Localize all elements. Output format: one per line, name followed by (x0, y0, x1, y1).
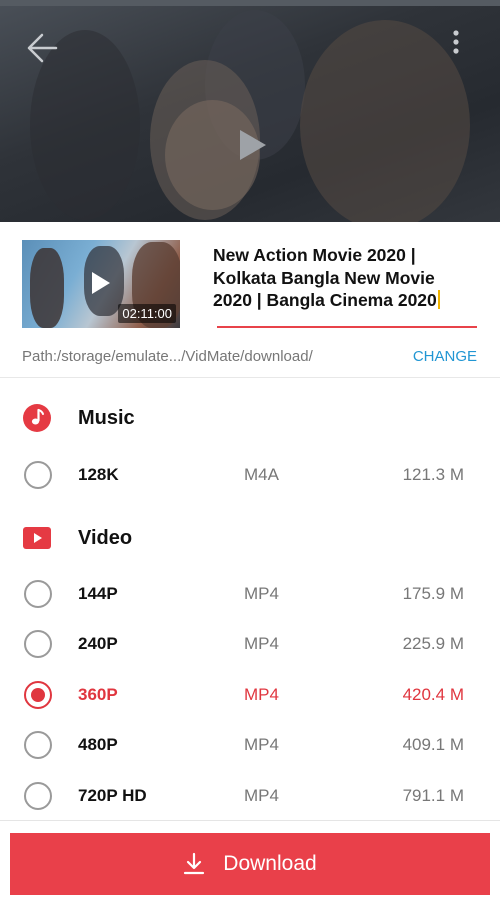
video-section-label: Video (78, 526, 133, 549)
video-option-360p[interactable]: 360P MP4 420.4 M (0, 675, 500, 715)
option-size: 175.9 M (402, 584, 464, 603)
play-icon (92, 272, 110, 294)
option-format: MP4 (244, 634, 279, 653)
poster-figure (300, 20, 470, 222)
download-icon (184, 852, 205, 875)
option-format: MP4 (244, 584, 279, 603)
download-label: Download (223, 852, 317, 875)
divider (0, 377, 500, 378)
video-title-input[interactable]: New Action Movie 2020 | Kolkata Bangla N… (213, 244, 478, 312)
option-quality: 360P (78, 685, 118, 704)
radio-button[interactable] (24, 731, 52, 759)
radio-button[interactable] (24, 580, 52, 608)
option-size: 225.9 M (402, 634, 464, 653)
option-size: 409.1 M (402, 735, 464, 754)
radio-button[interactable] (24, 461, 52, 489)
divider (0, 820, 500, 821)
video-duration: 02:11:00 (118, 304, 176, 323)
music-section-label: Music (78, 406, 135, 429)
option-size: 420.4 M (402, 685, 464, 704)
option-quality: 128K (78, 465, 119, 484)
video-title-text: New Action Movie 2020 | Kolkata Bangla N… (213, 245, 437, 310)
video-play-icon (23, 527, 51, 549)
thumbnail-figure (30, 248, 64, 328)
back-arrow-icon[interactable] (24, 30, 60, 66)
play-icon[interactable] (238, 128, 268, 162)
option-quality: 480P (78, 735, 118, 754)
option-format: MP4 (244, 786, 279, 805)
radio-button[interactable] (24, 630, 52, 658)
download-button[interactable]: Download (10, 833, 490, 895)
option-size: 121.3 M (402, 465, 464, 484)
video-option-720p-hd[interactable]: 720P HD MP4 791.1 M (0, 776, 500, 816)
option-size: 791.1 M (402, 786, 464, 805)
video-option-240p[interactable]: 240P MP4 225.9 M (0, 624, 500, 664)
video-option-480p[interactable]: 480P MP4 409.1 M (0, 725, 500, 765)
video-thumbnail[interactable]: 02:11:00 (22, 240, 180, 328)
option-quality: 240P (78, 634, 118, 653)
music-option-128k[interactable]: 128K M4A 121.3 M (0, 455, 500, 495)
radio-button-selected[interactable] (24, 681, 52, 709)
status-strip (0, 0, 500, 6)
music-note-icon (23, 404, 51, 432)
option-quality: 144P (78, 584, 118, 603)
title-input-underline (217, 326, 477, 328)
video-section-header: Video (22, 523, 132, 553)
more-vertical-icon[interactable] (446, 28, 466, 58)
option-quality: 720P HD (78, 786, 147, 805)
text-cursor (437, 290, 440, 309)
option-format: M4A (244, 465, 279, 484)
radio-button[interactable] (24, 782, 52, 810)
video-option-144p[interactable]: 144P MP4 175.9 M (0, 574, 500, 614)
option-format: MP4 (244, 735, 279, 754)
change-path-button[interactable]: CHANGE (413, 348, 477, 365)
music-section-header: Music (22, 403, 135, 433)
video-player[interactable] (0, 0, 500, 222)
download-path: Path:/storage/emulate.../VidMate/downloa… (22, 348, 313, 365)
option-format: MP4 (244, 685, 279, 704)
